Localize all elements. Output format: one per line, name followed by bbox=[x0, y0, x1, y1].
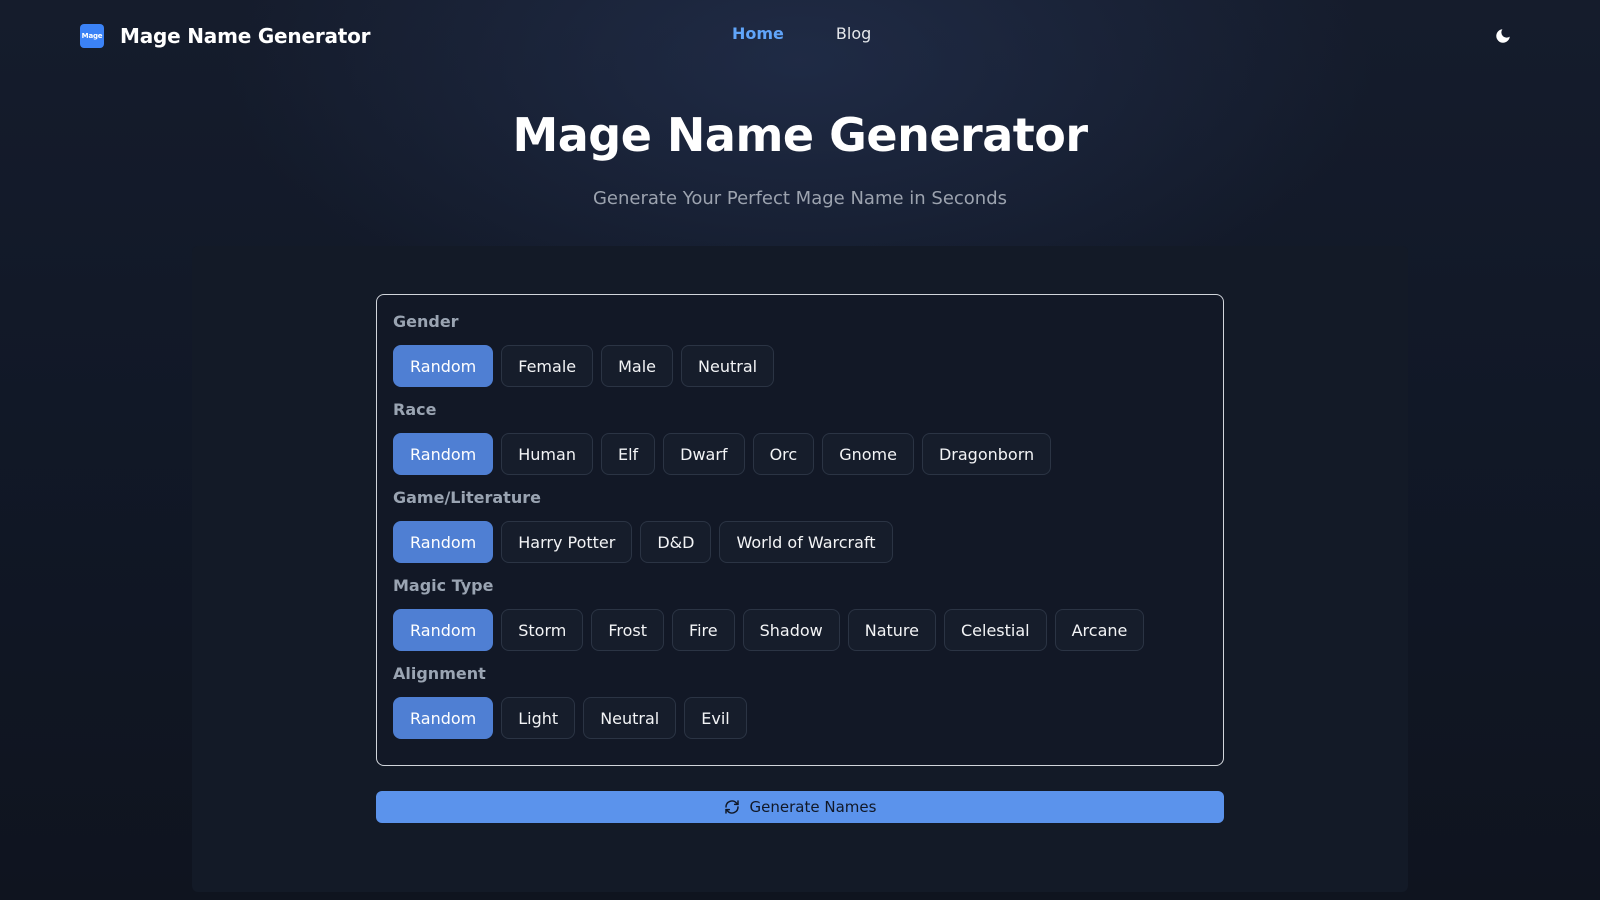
race-label: Race bbox=[393, 400, 437, 419]
nav-links: Home Blog bbox=[732, 24, 871, 43]
top-navbar: Mage Mage Name Generator Home Blog bbox=[0, 0, 1600, 72]
game-literature-options: Random Harry Potter D&D World of Warcraft bbox=[393, 521, 1207, 563]
option-race-human[interactable]: Human bbox=[501, 433, 593, 475]
gender-label: Gender bbox=[393, 312, 459, 331]
option-magic-celestial[interactable]: Celestial bbox=[944, 609, 1047, 651]
option-game-d-d[interactable]: D&D bbox=[640, 521, 712, 563]
theme-toggle-button[interactable] bbox=[1492, 25, 1514, 47]
race-options: Random Human Elf Dwarf Orc Gnome Dragonborn bbox=[393, 433, 1207, 475]
moon-icon bbox=[1496, 29, 1510, 43]
generate-names-label: Generate Names bbox=[749, 798, 877, 816]
option-race-gnome[interactable]: Gnome bbox=[822, 433, 914, 475]
option-gender-random[interactable]: Random bbox=[393, 345, 494, 387]
option-game-random[interactable]: Random bbox=[393, 521, 494, 563]
option-gender-female[interactable]: Female bbox=[501, 345, 594, 387]
option-race-elf[interactable]: Elf bbox=[600, 433, 656, 475]
option-magic-storm[interactable]: Storm bbox=[501, 609, 584, 651]
alignment-options: Random Light Neutral Evil bbox=[393, 697, 1207, 739]
option-race-dragonborn[interactable]: Dragonborn bbox=[921, 433, 1052, 475]
alignment-label: Alignment bbox=[393, 664, 486, 683]
option-gender-male[interactable]: Male bbox=[601, 345, 674, 387]
option-game-harry-potter[interactable]: Harry Potter bbox=[501, 521, 633, 563]
page-title: Mage Name Generator bbox=[512, 108, 1088, 162]
refresh-icon bbox=[724, 799, 740, 815]
brand[interactable]: Mage Mage Name Generator bbox=[80, 24, 371, 48]
option-alignment-evil[interactable]: Evil bbox=[684, 697, 747, 739]
option-magic-random[interactable]: Random bbox=[393, 609, 494, 651]
brand-name: Mage Name Generator bbox=[120, 24, 371, 48]
generate-names-button[interactable]: Generate Names bbox=[376, 791, 1224, 823]
option-game-world-of-warcraft[interactable]: World of Warcraft bbox=[719, 521, 893, 563]
magic-type-label: Magic Type bbox=[393, 576, 494, 595]
option-race-dwarf[interactable]: Dwarf bbox=[663, 433, 745, 475]
game-literature-label: Game/Literature bbox=[393, 488, 541, 507]
option-race-random[interactable]: Random bbox=[393, 433, 494, 475]
option-magic-frost[interactable]: Frost bbox=[591, 609, 665, 651]
option-magic-arcane[interactable]: Arcane bbox=[1054, 609, 1145, 651]
option-gender-neutral[interactable]: Neutral bbox=[681, 345, 775, 387]
option-alignment-random[interactable]: Random bbox=[393, 697, 494, 739]
nav-link-blog[interactable]: Blog bbox=[836, 24, 871, 43]
nav-link-home[interactable]: Home bbox=[732, 24, 784, 43]
gender-options: Random Female Male Neutral bbox=[393, 345, 1207, 387]
brand-logo: Mage bbox=[80, 24, 104, 48]
option-magic-fire[interactable]: Fire bbox=[672, 609, 735, 651]
options-card: Gender Random Female Male Neutral Race Rand… bbox=[376, 294, 1224, 766]
option-alignment-light[interactable]: Light bbox=[501, 697, 576, 739]
option-magic-shadow[interactable]: Shadow bbox=[742, 609, 840, 651]
option-magic-nature[interactable]: Nature bbox=[847, 609, 936, 651]
magic-type-options: Random Storm Frost Fire Shadow Nature Celestia… bbox=[393, 609, 1207, 651]
option-race-orc[interactable]: Orc bbox=[752, 433, 815, 475]
page-subtitle: Generate Your Perfect Mage Name in Secon… bbox=[592, 188, 1008, 209]
option-alignment-neutral[interactable]: Neutral bbox=[583, 697, 677, 739]
